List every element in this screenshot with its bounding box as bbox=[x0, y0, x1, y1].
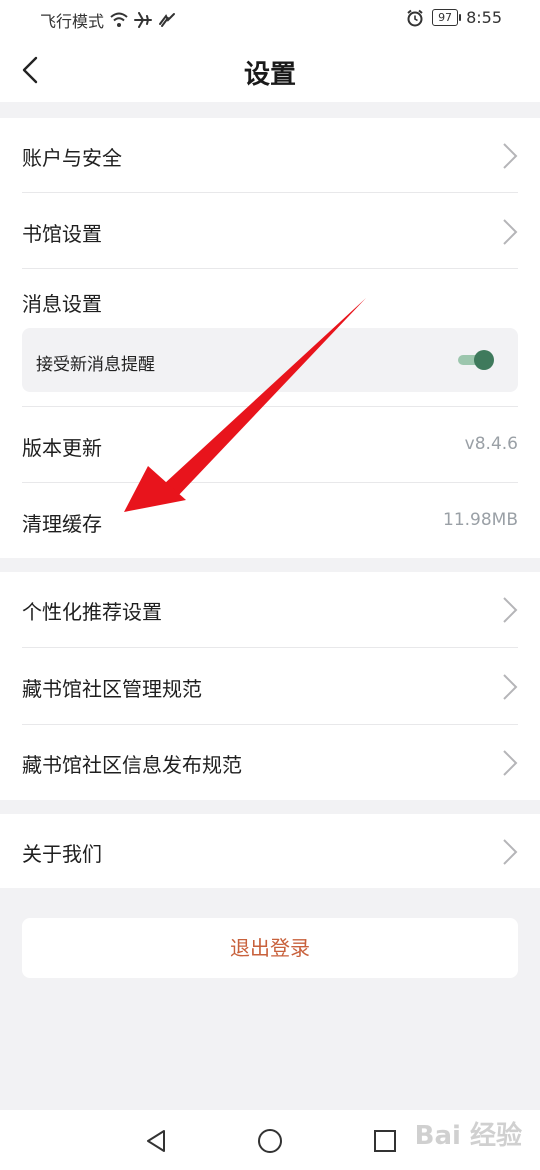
chevron-right-icon bbox=[503, 839, 518, 865]
row-label: 关于我们 bbox=[22, 842, 102, 866]
alarm-icon bbox=[407, 9, 423, 26]
row-message-settings: 消息设置 bbox=[22, 270, 518, 330]
notify-toggle[interactable] bbox=[458, 350, 494, 370]
row-about-us[interactable]: 关于我们 bbox=[22, 814, 518, 889]
row-account-security[interactable]: 账户与安全 bbox=[22, 118, 518, 193]
row-label: 藏书馆社区信息发布规范 bbox=[22, 753, 242, 777]
row-label: 版本更新 bbox=[22, 436, 102, 460]
page-title: 设置 bbox=[243, 60, 296, 90]
status-right: 97 8:55 bbox=[406, 8, 502, 27]
watermark: Bai 经验 bbox=[414, 1121, 522, 1151]
notify-label: 接受新消息提醒 bbox=[36, 355, 155, 375]
row-label: 个性化推荐设置 bbox=[22, 600, 162, 624]
divider bbox=[22, 192, 518, 193]
divider bbox=[22, 406, 518, 407]
airplane-mode-text: 飞行模式 bbox=[40, 12, 105, 31]
chevron-right-icon bbox=[503, 143, 518, 169]
cache-size-value: 11.98MB bbox=[443, 510, 518, 530]
nav-back-icon[interactable] bbox=[142, 1127, 170, 1155]
row-version-update[interactable]: 版本更新 v8.4.6 bbox=[22, 408, 518, 483]
chevron-right-icon bbox=[503, 219, 518, 245]
chevron-right-icon bbox=[503, 750, 518, 776]
row-community-publishing-rules[interactable]: 藏书馆社区信息发布规范 bbox=[22, 725, 518, 800]
divider bbox=[22, 268, 518, 269]
row-label: 书馆设置 bbox=[22, 222, 102, 246]
clock: 8:55 bbox=[466, 8, 502, 27]
wifi-icon bbox=[110, 12, 128, 27]
chevron-right-icon bbox=[503, 597, 518, 623]
signal-icon bbox=[159, 13, 176, 27]
airplane-icon bbox=[134, 12, 153, 28]
toggle-knob bbox=[474, 350, 494, 370]
settings-group-about: 关于我们 bbox=[0, 814, 540, 888]
nav-recents-icon[interactable] bbox=[371, 1127, 399, 1155]
settings-group-community: 个性化推荐设置 藏书馆社区管理规范 藏书馆社区信息发布规范 bbox=[0, 572, 540, 800]
nav-home-icon[interactable] bbox=[256, 1127, 284, 1155]
divider bbox=[22, 482, 518, 483]
divider bbox=[22, 647, 518, 648]
row-label: 账户与安全 bbox=[22, 146, 122, 170]
logout-button[interactable]: 退出登录 bbox=[22, 918, 518, 978]
status-bar: 飞行模式 97 8:55 bbox=[0, 0, 540, 38]
notify-option-box: 接受新消息提醒 bbox=[22, 328, 518, 392]
row-community-management-rules[interactable]: 藏书馆社区管理规范 bbox=[22, 649, 518, 724]
settings-group-account: 账户与安全 书馆设置 消息设置 接受新消息提醒 版本更新 v8.4.6 清理缓存… bbox=[0, 118, 540, 558]
header: 设置 bbox=[0, 38, 540, 102]
row-clear-cache[interactable]: 清理缓存 11.98MB bbox=[22, 484, 518, 559]
row-library-settings[interactable]: 书馆设置 bbox=[22, 194, 518, 269]
row-label: 藏书馆社区管理规范 bbox=[22, 677, 202, 701]
row-label: 消息设置 bbox=[22, 292, 102, 316]
chevron-right-icon bbox=[503, 674, 518, 700]
row-label: 清理缓存 bbox=[22, 512, 102, 536]
row-personalized-recommendation[interactable]: 个性化推荐设置 bbox=[22, 572, 518, 647]
status-left: 飞行模式 bbox=[40, 8, 176, 32]
version-value: v8.4.6 bbox=[464, 434, 518, 454]
battery-indicator: 97 bbox=[432, 9, 462, 26]
